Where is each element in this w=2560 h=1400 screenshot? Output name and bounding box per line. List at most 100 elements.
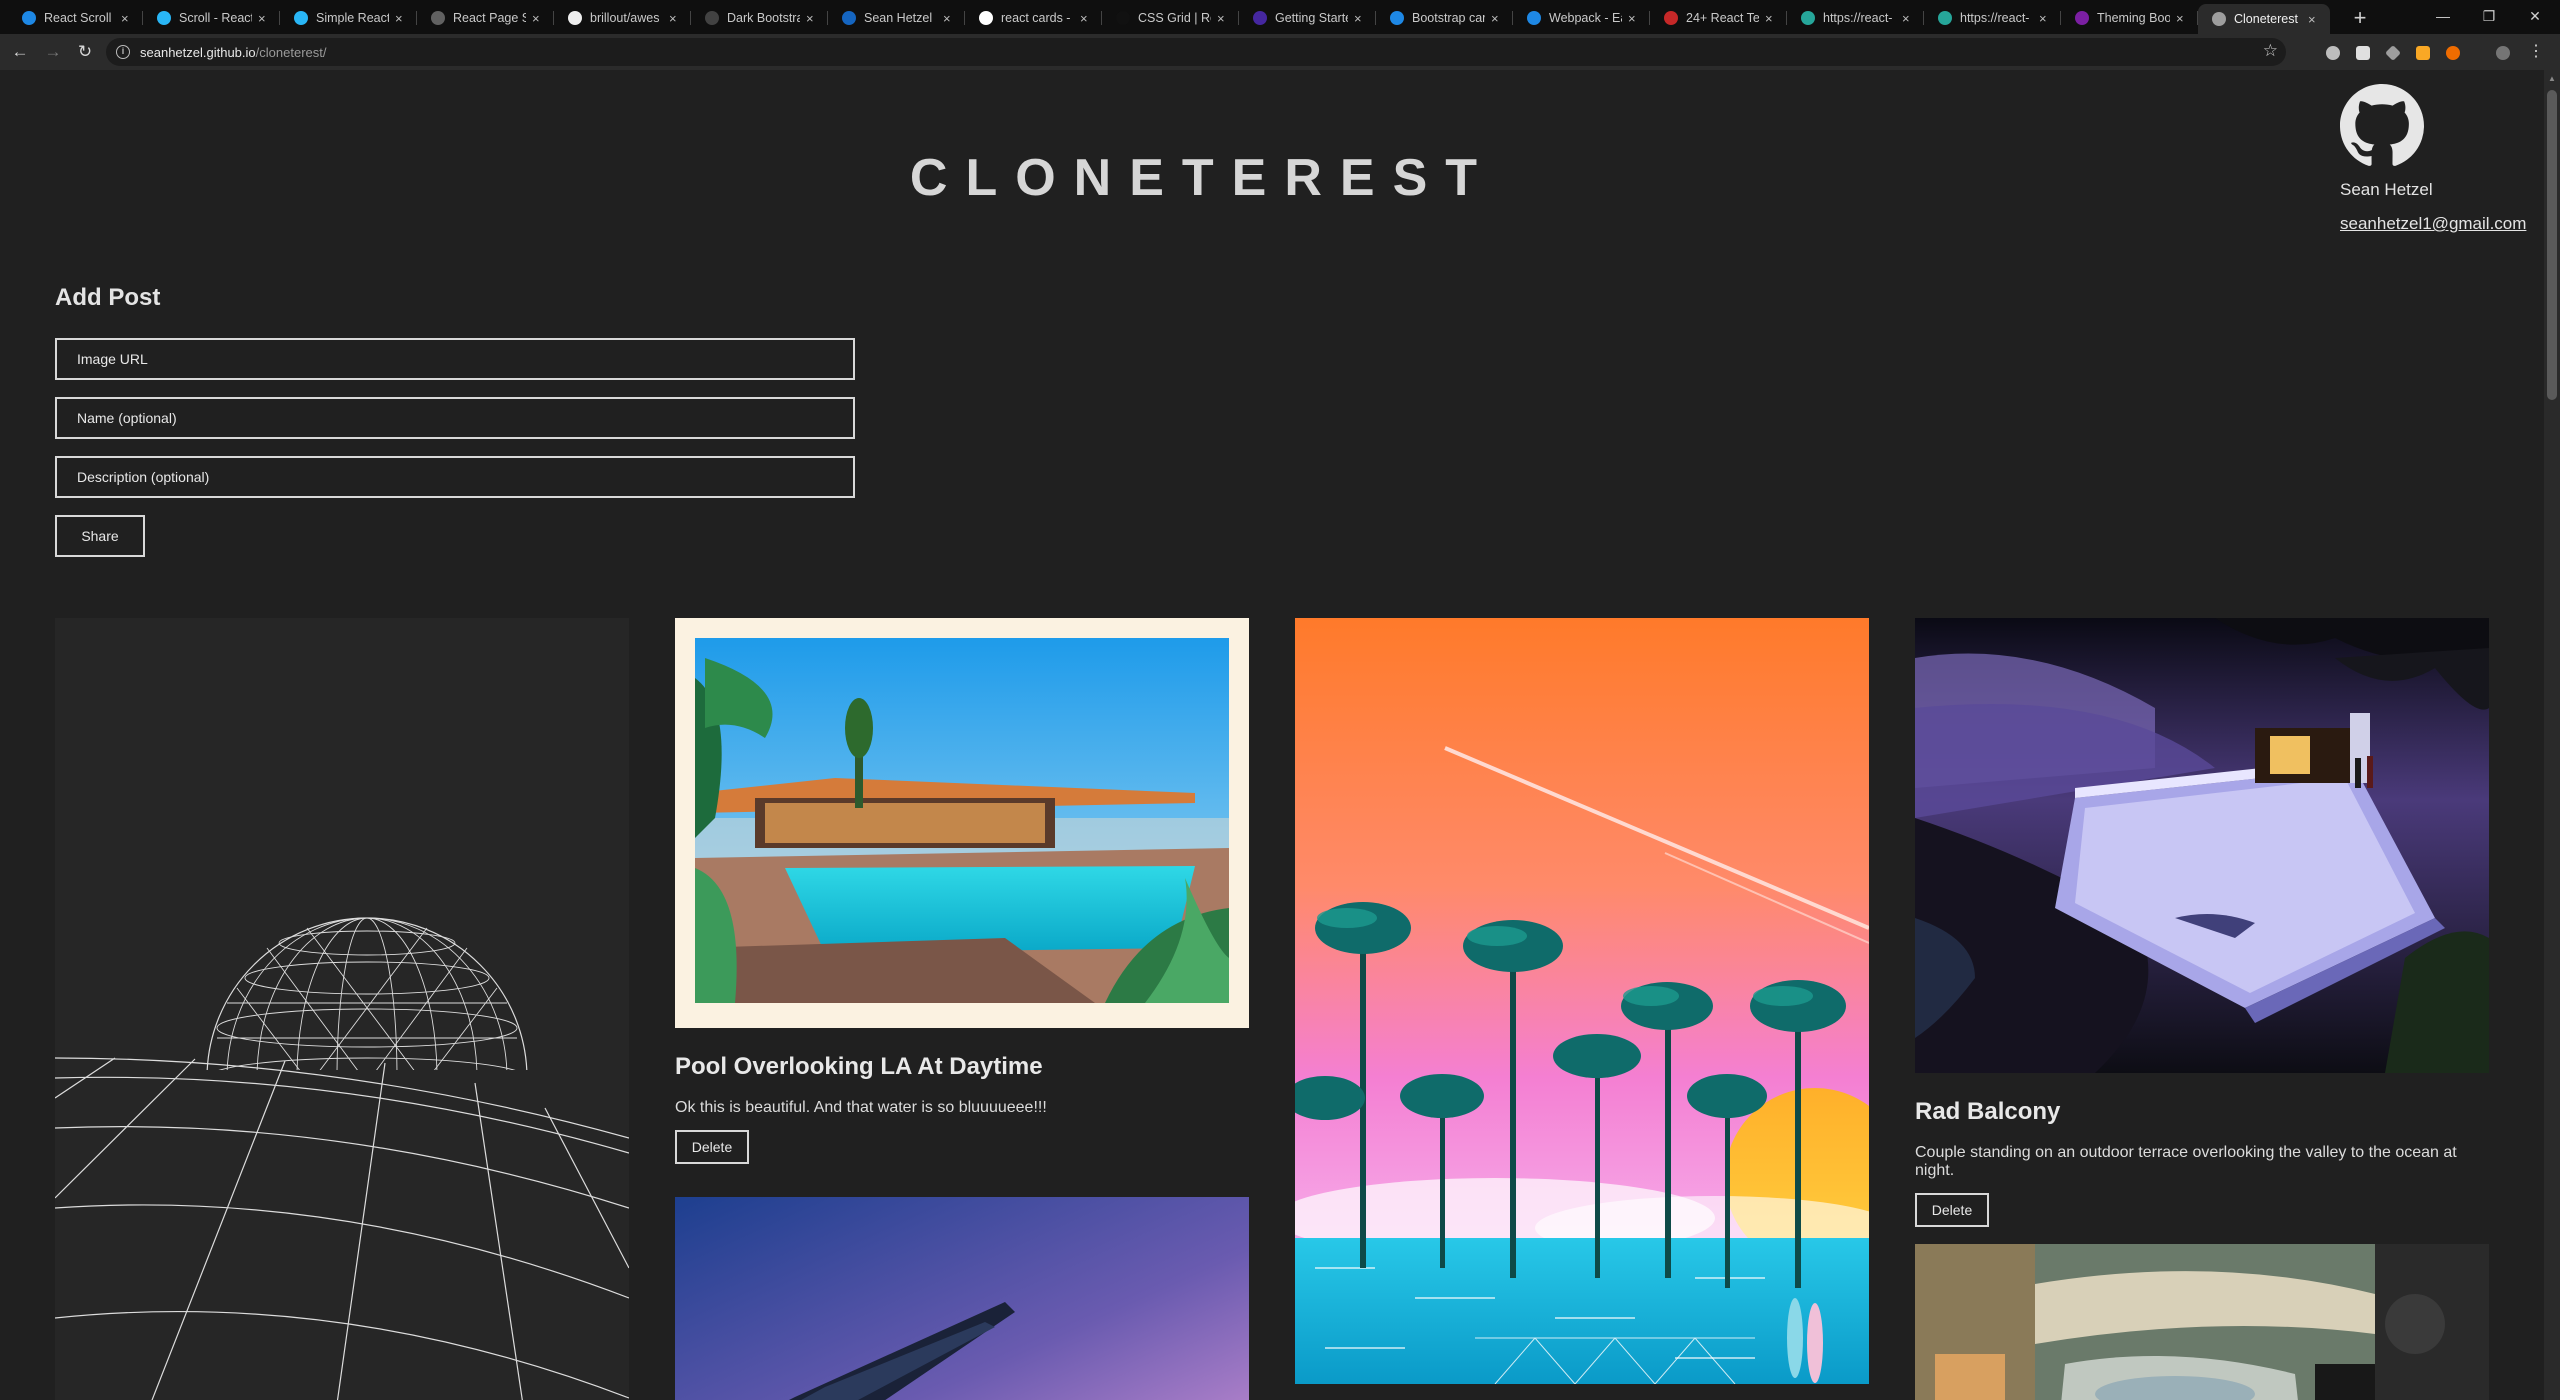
- extension-diamond-icon[interactable]: [2385, 45, 2401, 61]
- tab-label: https://react-: [1960, 11, 2030, 25]
- tab-close-icon[interactable]: ×: [2176, 11, 2188, 26]
- tab-favicon-icon: [705, 11, 719, 25]
- tab-close-icon[interactable]: ×: [532, 11, 544, 26]
- tab-favicon-icon: [1116, 11, 1130, 25]
- post-card: [1295, 618, 1869, 1384]
- browser-tab[interactable]: https://react- ×: [1787, 4, 1924, 32]
- browser-tab[interactable]: react cards - ×: [965, 4, 1102, 32]
- post-image[interactable]: [55, 618, 629, 1400]
- tab-favicon-icon: [431, 11, 445, 25]
- reload-icon[interactable]: ↻: [75, 42, 95, 62]
- browser-tab[interactable]: React Scroll ×: [8, 4, 143, 32]
- back-arrow-icon[interactable]: ←: [10, 42, 30, 62]
- add-post-form: Add Post Share: [55, 284, 855, 557]
- tab-close-icon[interactable]: ×: [1902, 11, 1914, 26]
- extension-gear-icon[interactable]: [2326, 46, 2340, 60]
- browser-tab[interactable]: Cloneterest ×: [2198, 4, 2330, 34]
- description-input[interactable]: [55, 456, 855, 498]
- tab-close-icon[interactable]: ×: [258, 11, 270, 26]
- tab-label: react cards -: [1001, 11, 1071, 25]
- tab-label: brillout/awes: [590, 11, 660, 25]
- tab-favicon-icon: [2212, 12, 2226, 26]
- scrollbar-thumb[interactable]: [2547, 90, 2557, 400]
- profile-email-link[interactable]: seanhetzel1@gmail.com: [2340, 214, 2540, 234]
- post-image[interactable]: [1295, 618, 1869, 1384]
- post-image[interactable]: [1915, 618, 2489, 1073]
- restore-button[interactable]: ❐: [2466, 4, 2512, 28]
- address-url[interactable]: seanhetzel.github.io/cloneterest/: [140, 45, 326, 60]
- tab-close-icon[interactable]: ×: [1217, 11, 1229, 26]
- tab-close-icon[interactable]: ×: [1354, 11, 1366, 26]
- post-card: [55, 618, 629, 1400]
- delete-button[interactable]: Delete: [1915, 1193, 1989, 1227]
- tab-label: Sean Hetzel: [864, 11, 933, 25]
- browser-tab[interactable]: Sean Hetzel ×: [828, 4, 965, 32]
- tab-close-icon[interactable]: ×: [395, 11, 407, 26]
- browser-tab[interactable]: React Page Sc ×: [417, 4, 554, 32]
- browser-tab[interactable]: brillout/awes ×: [554, 4, 691, 32]
- browser-tab[interactable]: Theming Boo ×: [2061, 4, 2198, 32]
- browser-tab[interactable]: Dark Bootstra ×: [691, 4, 828, 32]
- browser-toolbar: ← → ↻ i seanhetzel.github.io/cloneterest…: [0, 34, 2560, 70]
- post-card: [675, 1197, 1249, 1400]
- profile-avatar-icon[interactable]: [2496, 46, 2510, 60]
- tab-label: https://react-: [1823, 11, 1893, 25]
- image-url-input[interactable]: [55, 338, 855, 380]
- browser-tab[interactable]: Webpack - Ea ×: [1513, 4, 1650, 32]
- browser-tab[interactable]: CSS Grid | Rei ×: [1102, 4, 1239, 32]
- new-tab-button[interactable]: +: [2348, 6, 2372, 30]
- tab-close-icon[interactable]: ×: [1628, 11, 1640, 26]
- tab-close-icon[interactable]: ×: [2308, 12, 2320, 27]
- browser-tab[interactable]: Getting Starte ×: [1239, 4, 1376, 32]
- browser-tab[interactable]: Simple React ×: [280, 4, 417, 32]
- browser-tab[interactable]: Bootstrap car ×: [1376, 4, 1513, 32]
- bookmark-star-icon[interactable]: ☆: [2263, 41, 2278, 61]
- tab-close-icon[interactable]: ×: [2039, 11, 2051, 26]
- tab-close-icon[interactable]: ×: [1491, 11, 1503, 26]
- close-window-button[interactable]: ✕: [2512, 4, 2558, 28]
- add-post-heading: Add Post: [55, 284, 161, 311]
- post-title: Pool Overlooking LA At Daytime: [675, 1053, 1043, 1080]
- tab-close-icon[interactable]: ×: [1765, 11, 1777, 26]
- post-card: [1915, 1244, 2489, 1400]
- post-description: Ok this is beautiful. And that water is …: [675, 1099, 1047, 1116]
- delete-button[interactable]: Delete: [675, 1130, 749, 1164]
- post-title: Rad Balcony: [1915, 1098, 2061, 1125]
- browser-menu-icon[interactable]: ⋮: [2526, 42, 2546, 62]
- tab-label: Simple React: [316, 11, 389, 25]
- tab-close-icon[interactable]: ×: [669, 11, 681, 26]
- browser-tab[interactable]: Scroll - React ×: [143, 4, 280, 32]
- tab-favicon-icon: [1253, 11, 1267, 25]
- extension-screen-icon[interactable]: [2356, 46, 2370, 60]
- tab-favicon-icon: [2075, 11, 2089, 25]
- tab-favicon-icon: [1527, 11, 1541, 25]
- name-input[interactable]: [55, 397, 855, 439]
- site-info-icon[interactable]: i: [116, 45, 130, 59]
- extension-search-icon[interactable]: [2446, 46, 2460, 60]
- share-button[interactable]: Share: [55, 515, 145, 557]
- tab-label: 24+ React Te: [1686, 11, 1759, 25]
- scroll-up-arrow-icon[interactable]: ▲: [2547, 74, 2557, 83]
- post-image[interactable]: [675, 618, 1249, 1028]
- github-icon[interactable]: [2340, 84, 2424, 168]
- minimize-button[interactable]: —: [2420, 4, 2466, 28]
- profile-panel: Sean Hetzel seanhetzel1@gmail.com: [2340, 84, 2540, 234]
- extension-warning-icon[interactable]: [2416, 46, 2430, 60]
- forward-arrow-icon[interactable]: →: [43, 42, 63, 62]
- post-description: Couple standing on an outdoor terrace ov…: [1915, 1144, 2457, 1179]
- tab-favicon-icon: [157, 11, 171, 25]
- address-bar[interactable]: i seanhetzel.github.io/cloneterest/ ☆: [106, 38, 2286, 66]
- tab-label: Scroll - React: [179, 11, 252, 25]
- browser-tab[interactable]: 24+ React Te ×: [1650, 4, 1787, 32]
- profile-name: Sean Hetzel: [2340, 180, 2433, 199]
- post-image[interactable]: [1915, 1244, 2489, 1400]
- tab-favicon-icon: [1801, 11, 1815, 25]
- tab-favicon-icon: [1664, 11, 1678, 25]
- tab-close-icon[interactable]: ×: [1080, 11, 1092, 26]
- tab-favicon-icon: [1938, 11, 1952, 25]
- tab-close-icon[interactable]: ×: [943, 11, 955, 26]
- browser-tab[interactable]: https://react- ×: [1924, 4, 2061, 32]
- tab-close-icon[interactable]: ×: [121, 11, 133, 26]
- tab-close-icon[interactable]: ×: [806, 11, 818, 26]
- post-image[interactable]: [675, 1197, 1249, 1400]
